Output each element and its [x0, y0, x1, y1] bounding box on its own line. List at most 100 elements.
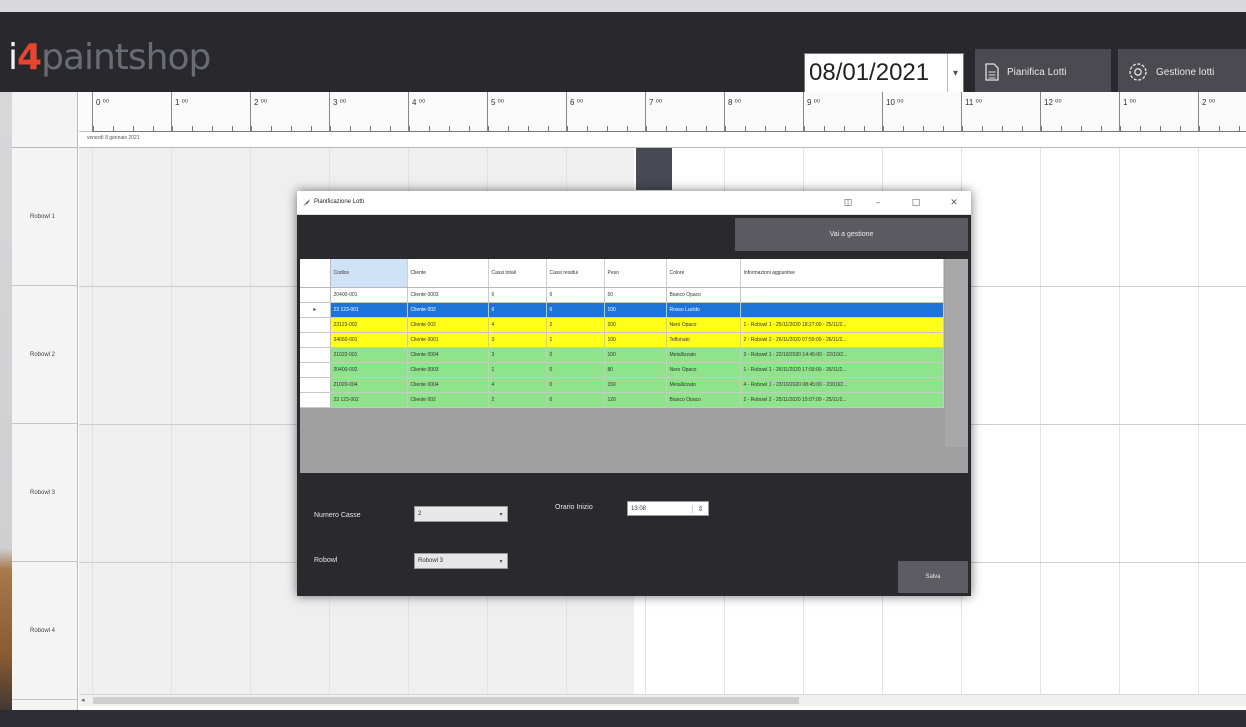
table-cell[interactable]: 34660-001 — [330, 332, 408, 348]
table-cell[interactable]: 100 — [604, 347, 667, 363]
table-cell[interactable]: 23 123-001 — [330, 302, 408, 318]
table-row[interactable]: 20400-002 Cliente 0003 1 0 80 Nero Opaco 1 - R… — [300, 362, 944, 378]
horizontal-scrollbar[interactable]: ◂ — [79, 694, 1246, 706]
row-selector[interactable] — [300, 347, 331, 363]
table-cell[interactable]: 2 — [546, 317, 605, 333]
table-cell[interactable] — [740, 302, 944, 318]
table-cell[interactable]: Cliente 0004 — [407, 347, 489, 363]
close-button[interactable]: ✕ — [943, 194, 965, 212]
row-selector[interactable] — [300, 392, 331, 408]
table-cell[interactable]: 0 — [546, 392, 605, 408]
table-cell[interactable]: 0 — [546, 377, 605, 393]
table-cell[interactable]: Teflonato — [666, 332, 741, 348]
table-cell[interactable]: 120 — [604, 392, 667, 408]
lotti-table[interactable]: Codice Cliente Cassi totali Cassi residu… — [300, 259, 944, 408]
vai-a-gestione-button[interactable]: Vai a gestione — [735, 218, 968, 251]
salva-button[interactable]: Salva — [898, 561, 968, 593]
scroll-left-icon[interactable]: ◂ — [81, 696, 85, 704]
gestione-lotti-button[interactable]: Gestione lotti — [1118, 49, 1246, 95]
table-cell[interactable]: 20400-001 — [330, 287, 408, 303]
table-cell[interactable]: 3 — [488, 347, 547, 363]
table-cell[interactable]: 23123-002 — [330, 317, 408, 333]
column-header[interactable]: Cassi residui — [546, 259, 605, 288]
table-cell[interactable]: 2 - Robowl 2 - 26/11/2020 07:59:00 - 26/… — [740, 332, 944, 348]
table-row[interactable]: 23 123-002 Cliente 002 2 0 120 Bianco Opaco 2 … — [300, 392, 944, 408]
robowl-select[interactable]: Robowl 3 ▾ — [414, 553, 508, 569]
column-header[interactable]: Peso — [604, 259, 667, 288]
spinner-icon[interactable]: ⇕ — [692, 504, 708, 513]
column-header[interactable]: Informazioni aggiuntive — [740, 259, 944, 288]
table-cell[interactable]: Cliente 002 — [407, 302, 489, 318]
maximize-button[interactable]: □ — [905, 194, 927, 212]
row-selector[interactable] — [300, 287, 331, 303]
table-cell[interactable]: 1 - Robowl 1 - 26/11/2020 17:09:00 - 26/… — [740, 362, 944, 378]
table-row[interactable]: 34660-001 Cliente 0001 3 1 100 Teflonato 2 - R… — [300, 332, 944, 348]
table-cell[interactable]: 23 123-002 — [330, 392, 408, 408]
table-cell[interactable]: Cliente 0001 — [407, 332, 489, 348]
table-cell[interactable]: 2 — [488, 392, 547, 408]
table-cell[interactable]: 4 — [488, 377, 547, 393]
vertical-scrollbar[interactable] — [945, 259, 968, 447]
dialog-titlebar[interactable]: Pianificazione Lotti ◫ – □ ✕ — [297, 191, 971, 215]
table-cell[interactable]: Cliente 002 — [407, 392, 489, 408]
table-cell[interactable]: 6 — [488, 287, 547, 303]
table-cell[interactable]: 50 — [604, 287, 667, 303]
table-cell[interactable]: 80 — [604, 362, 667, 378]
column-header[interactable]: Codice — [330, 259, 408, 288]
table-cell[interactable]: Cliente 0003 — [407, 287, 489, 303]
table-cell[interactable]: Cliente 0003 — [407, 362, 489, 378]
table-cell[interactable]: 6 — [546, 287, 605, 303]
table-cell[interactable]: 21020-004 — [330, 377, 408, 393]
table-cell[interactable]: 0 — [546, 362, 605, 378]
table-cell[interactable]: 100 — [604, 302, 667, 318]
table-row[interactable]: 23123-002 Cliente 002 4 2 200 Nero Opaco 1 - R… — [300, 317, 944, 333]
table-cell[interactable]: 6 — [488, 302, 547, 318]
column-header[interactable]: Cassi totali — [488, 259, 547, 288]
table-cell[interactable]: Metallizzato — [666, 377, 741, 393]
table-cell[interactable]: Nero Opaco — [666, 362, 741, 378]
snap-layout-icon[interactable]: ◫ — [837, 194, 859, 212]
row-selector[interactable] — [300, 377, 331, 393]
table-row[interactable]: 21022-001 Cliente 0004 3 0 100 Metallizzato 3 … — [300, 347, 944, 363]
table-cell[interactable]: Cliente 002 — [407, 317, 489, 333]
column-header[interactable]: Colore — [666, 259, 741, 288]
table-cell[interactable]: 1 — [488, 362, 547, 378]
table-row[interactable]: ▸ 23 123-001 Cliente 002 6 6 100 Rosso Lucido — [300, 302, 944, 318]
table-cell[interactable]: 20400-002 — [330, 362, 408, 378]
scrollbar-thumb[interactable] — [93, 697, 799, 704]
table-cell[interactable]: Metallizzato — [666, 347, 741, 363]
chevron-down-icon[interactable]: ▾ — [947, 54, 963, 92]
minimize-button[interactable]: – — [867, 194, 889, 212]
orario-inizio-picker[interactable]: 13:08 ⇕ — [627, 501, 709, 516]
column-header[interactable]: Cliente — [407, 259, 489, 288]
row-selector[interactable] — [300, 317, 331, 333]
table-cell[interactable]: Rosso Lucido — [666, 302, 741, 318]
row-selector[interactable]: ▸ — [300, 302, 331, 318]
table-cell[interactable]: 1 — [546, 332, 605, 348]
table-cell[interactable]: 0 — [546, 347, 605, 363]
row-selector[interactable] — [300, 362, 331, 378]
table-row[interactable]: 20400-001 Cliente 0003 6 6 50 Bianco Opaco — [300, 287, 944, 303]
row-selector[interactable] — [300, 332, 331, 348]
table-cell[interactable]: 4 - Robowl 1 - 23/10/2020 08:45:00 - 23/… — [740, 377, 944, 393]
table-cell[interactable]: 4 — [488, 317, 547, 333]
table-cell[interactable]: Nero Opaco — [666, 317, 741, 333]
table-cell[interactable]: 1 - Robowl 1 - 25/11/2020 18:27:00 - 25/… — [740, 317, 944, 333]
table-cell[interactable]: Bianco Opaco — [666, 287, 741, 303]
table-cell[interactable]: 21022-001 — [330, 347, 408, 363]
table-cell[interactable]: Bianco Opaco — [666, 392, 741, 408]
table-cell[interactable]: Cliente 0004 — [407, 377, 489, 393]
table-cell[interactable]: 100 — [604, 332, 667, 348]
date-value[interactable]: 08/01/2021 — [805, 59, 947, 87]
pianifica-lotti-button[interactable]: Pianifica Lotti — [975, 49, 1111, 95]
table-cell[interactable]: 6 — [546, 302, 605, 318]
table-row[interactable]: 21020-004 Cliente 0004 4 0 150 Metallizzato 4 … — [300, 377, 944, 393]
table-cell[interactable]: 200 — [604, 317, 667, 333]
table-cell[interactable] — [740, 287, 944, 303]
table-cell[interactable]: 2 - Robowl 2 - 25/11/2020 15:07:00 - 25/… — [740, 392, 944, 408]
date-picker[interactable]: 08/01/2021 ▾ — [804, 53, 964, 93]
numero-casse-select[interactable]: 2 ▾ — [414, 506, 508, 522]
table-cell[interactable]: 3 — [488, 332, 547, 348]
table-cell[interactable]: 3 - Robowl 1 - 22/10/2020 14:45:00 - 22/… — [740, 347, 944, 363]
table-cell[interactable]: 150 — [604, 377, 667, 393]
